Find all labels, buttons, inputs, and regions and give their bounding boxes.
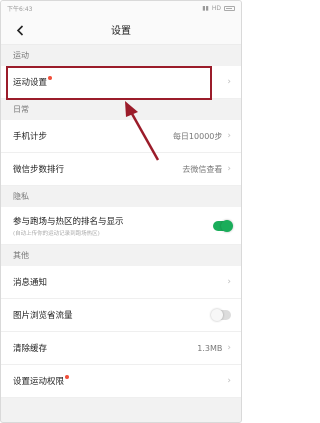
- data-saver-toggle[interactable]: [211, 309, 231, 321]
- back-button[interactable]: [11, 21, 29, 39]
- row-ranking-display: 参与跑场与热区的排名与显示 (自动上传你的运动记录到跑场热区): [1, 207, 241, 245]
- row-wechat-rank[interactable]: 微信步数排行 去微信查看 ›: [1, 153, 241, 186]
- row-label: 微信步数排行: [13, 165, 65, 175]
- row-clear-cache[interactable]: 清除缓存 1.3MB ›: [1, 332, 241, 365]
- battery-icon: [224, 5, 235, 11]
- row-label: 清除缓存: [13, 344, 48, 354]
- row-label: 消息通知: [13, 278, 48, 288]
- toggle-knob: [211, 309, 223, 321]
- page-title: 设置: [111, 26, 131, 37]
- chevron-right-icon: ›: [227, 163, 231, 174]
- ranking-toggle[interactable]: [213, 219, 233, 232]
- red-dot-badge: [65, 375, 70, 379]
- hd-label: HD: [211, 4, 221, 12]
- chevron-right-icon: ›: [227, 375, 231, 386]
- red-dot-badge: [48, 76, 53, 80]
- section-header-other: 其他: [1, 245, 241, 266]
- row-value: 1.3MB: [197, 343, 223, 353]
- phone-frame: 下午6:43 ▮▮ HD 设置 运动 运动设置 › 日常 手机计步 每日1000…: [0, 0, 242, 423]
- status-icons: ▮▮ HD: [202, 5, 235, 12]
- status-time: 下午6:43: [7, 5, 33, 13]
- row-image-data-saver: 图片浏览省流量: [1, 299, 241, 332]
- chevron-right-icon: ›: [227, 276, 231, 287]
- row-label: 手机计步: [13, 132, 48, 142]
- row-subtext: (自动上传你的运动记录到跑场热区): [13, 230, 100, 237]
- row-label: 参与跑场与热区的排名与显示: [13, 216, 124, 227]
- row-value: 每日10000步: [172, 131, 223, 141]
- row-label: 设置运动权限: [13, 377, 65, 387]
- chevron-right-icon: ›: [227, 342, 231, 353]
- section-header-sport: 运动: [1, 45, 241, 66]
- chevron-right-icon: ›: [227, 130, 231, 141]
- row-label: 运动设置: [13, 78, 48, 88]
- section-header-privacy: 隐私: [1, 186, 241, 207]
- row-label: 图片浏览省流量: [13, 311, 73, 321]
- section-header-daily: 日常: [1, 99, 241, 120]
- signal-icon: ▮▮: [202, 4, 209, 12]
- row-notifications[interactable]: 消息通知 ›: [1, 266, 241, 299]
- nav-bar: 设置: [1, 15, 241, 45]
- row-sport-settings[interactable]: 运动设置 ›: [1, 66, 241, 99]
- toggle-knob: [221, 219, 233, 232]
- row-step-count[interactable]: 手机计步 每日10000步 ›: [1, 120, 241, 153]
- row-value: 去微信查看: [182, 164, 223, 174]
- status-bar: 下午6:43 ▮▮ HD: [1, 1, 241, 15]
- chevron-left-icon: [16, 24, 23, 36]
- chevron-right-icon: ›: [227, 76, 231, 87]
- row-sport-permissions[interactable]: 设置运动权限 ›: [1, 365, 241, 398]
